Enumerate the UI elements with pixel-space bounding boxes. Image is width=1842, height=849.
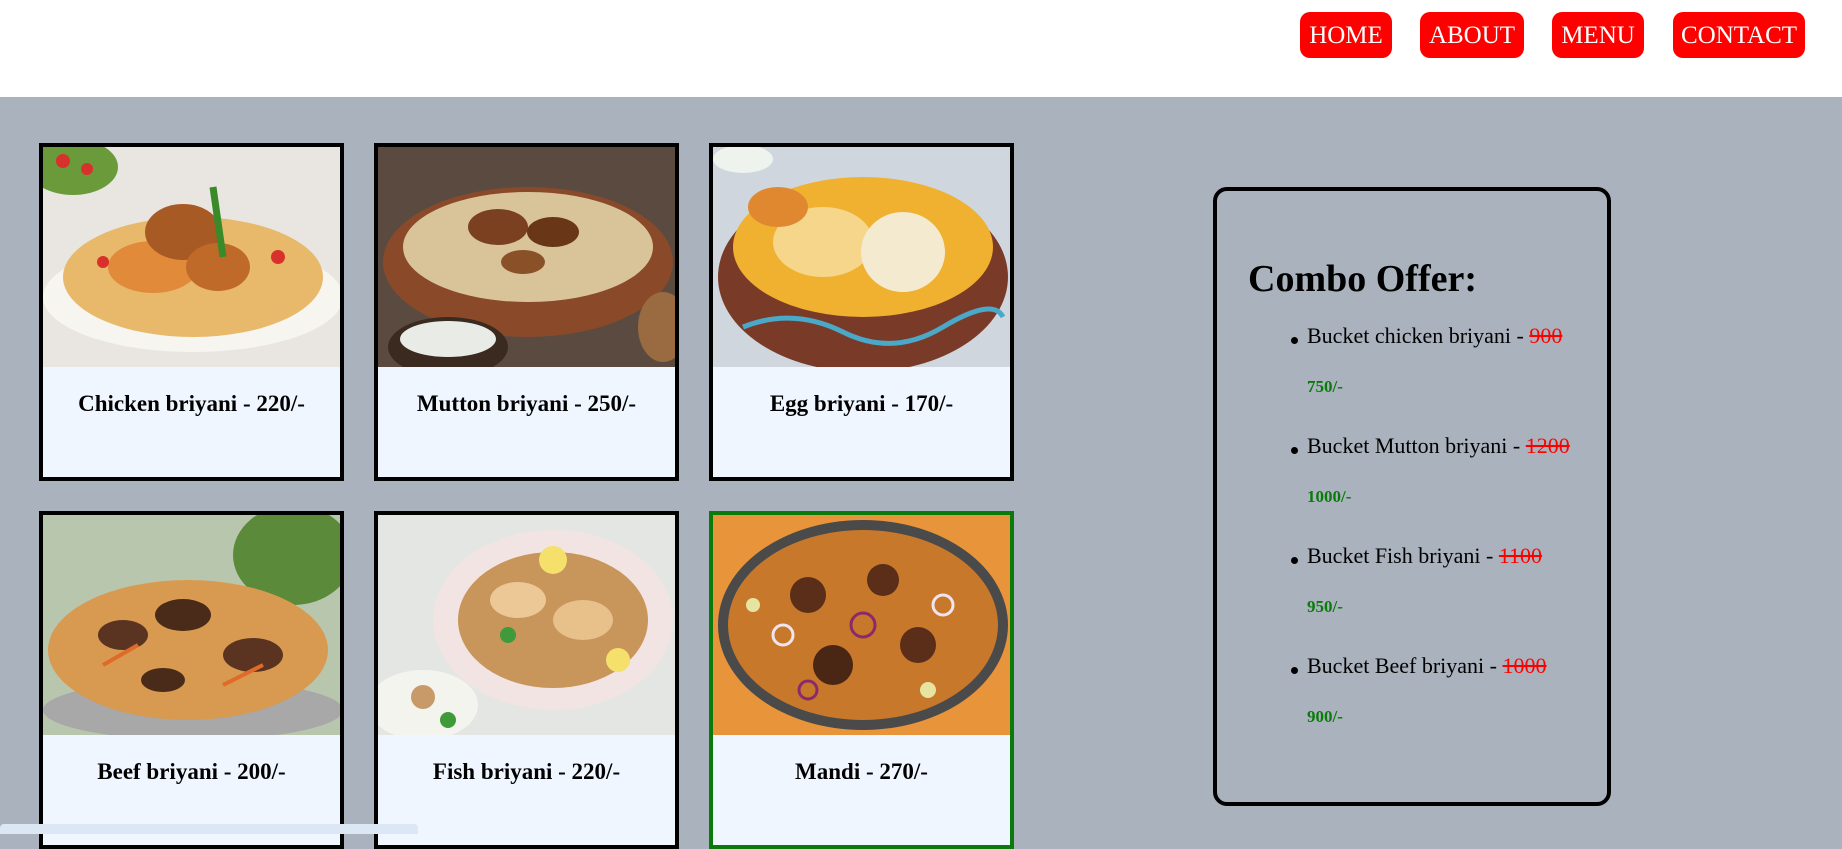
nav-about-button[interactable]: ABOUT	[1420, 12, 1524, 58]
combo-item-name: Bucket Fish briyani -	[1307, 543, 1499, 568]
nav-contact-button[interactable]: CONTACT	[1673, 12, 1805, 58]
menu-card-egg-briyani[interactable]: Egg briyani - 170/-	[709, 143, 1014, 481]
combo-item-old-price: 1200	[1525, 433, 1570, 458]
combo-item-new-price: 950/-	[1307, 597, 1343, 616]
horizontal-scrollbar[interactable]	[0, 824, 418, 834]
mutton-biryani-photo	[378, 147, 675, 367]
menu-card-caption: Chicken briyani - 220/-	[78, 391, 305, 416]
beef-biryani-photo	[43, 515, 340, 735]
combo-item-new-price: 900/-	[1307, 707, 1343, 726]
list-item: Bucket Beef briyani - 1000 900/-	[1257, 653, 1570, 763]
combo-offer-title: Combo Offer:	[1248, 258, 1477, 300]
bullet-icon	[1291, 557, 1298, 564]
menu-card-mutton-briyani[interactable]: Mutton briyani - 250/-	[374, 143, 679, 481]
combo-item-old-price: 900	[1529, 323, 1563, 348]
top-nav-bar: HOME ABOUT MENU CONTACT	[0, 0, 1842, 97]
menu-card-caption: Egg briyani - 170/-	[769, 391, 954, 416]
menu-card-caption: Mutton briyani - 250/-	[416, 391, 637, 416]
menu-card-caption: Fish briyani - 220/-	[432, 759, 621, 784]
bullet-icon	[1291, 447, 1298, 454]
combo-item-name: Bucket chicken briyani -	[1307, 323, 1530, 348]
fish-biryani-photo	[378, 515, 675, 735]
combo-item-new-price: 1000/-	[1307, 487, 1352, 506]
list-item: Bucket chicken briyani - 900 750/-	[1257, 323, 1570, 433]
menu-card-beef-briyani[interactable]: Beef briyani - 200/-	[39, 511, 344, 849]
menu-card-chicken-briyani[interactable]: Chicken briyani - 220/-	[39, 143, 344, 481]
list-item: Bucket Fish briyani - 1100 950/-	[1257, 543, 1570, 653]
nav-home-button[interactable]: HOME	[1300, 12, 1392, 58]
combo-item-new-price: 750/-	[1307, 377, 1343, 396]
menu-card-mandi[interactable]: Mandi - 270/-	[709, 511, 1014, 849]
list-item: Bucket Mutton briyani - 1200 1000/-	[1257, 433, 1570, 543]
menu-card-caption: Beef briyani - 200/-	[97, 759, 286, 784]
bullet-icon	[1291, 667, 1298, 674]
combo-item-name: Bucket Mutton briyani -	[1307, 433, 1526, 458]
menu-card-caption: Mandi - 270/-	[795, 759, 928, 784]
nav-menu-button[interactable]: MENU	[1552, 12, 1644, 58]
menu-card-fish-briyani[interactable]: Fish briyani - 220/-	[374, 511, 679, 849]
mandi-photo	[713, 515, 1010, 735]
egg-biryani-photo	[713, 147, 1010, 367]
bullet-icon	[1291, 337, 1298, 344]
chicken-biryani-photo	[43, 147, 340, 367]
combo-offer-list: Bucket chicken briyani - 900 750/- Bucke…	[1257, 323, 1570, 763]
combo-item-old-price: 1100	[1498, 543, 1543, 568]
combo-offer-box: Combo Offer: Bucket chicken briyani - 90…	[1213, 187, 1611, 806]
combo-item-old-price: 1000	[1502, 653, 1547, 678]
combo-item-name: Bucket Beef briyani -	[1307, 653, 1503, 678]
